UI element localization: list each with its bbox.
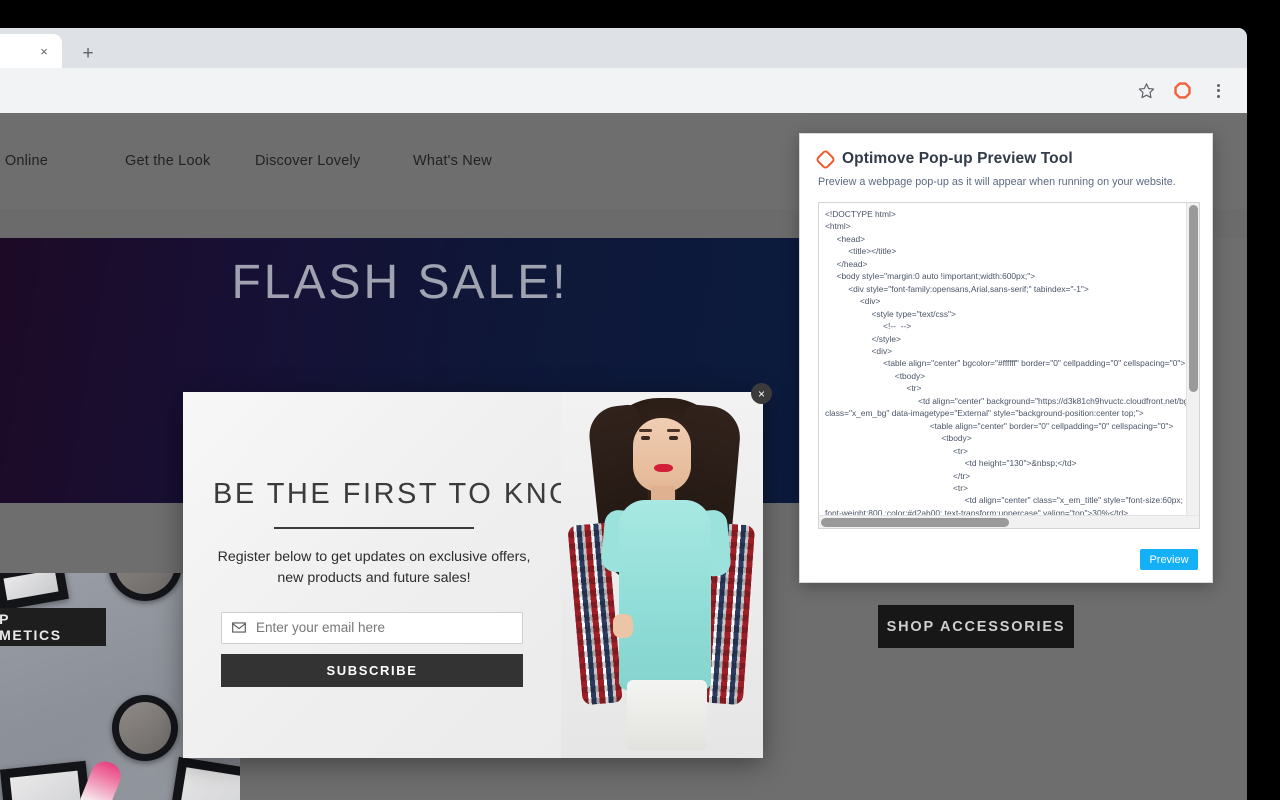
- envelope-icon: [232, 622, 246, 633]
- extension-header: Optimove Pop-up Preview Tool: [814, 148, 1198, 170]
- optimove-extension-panel: Optimove Pop-up Preview Tool Preview a w…: [799, 133, 1213, 583]
- shop-accessories-button[interactable]: SHOP ACCESSORIES: [878, 605, 1074, 648]
- popup-headline: BE THE FIRST TO KNOW: [213, 478, 605, 510]
- browser-tab[interactable]: ×: [0, 34, 62, 68]
- preview-button[interactable]: Preview: [1140, 549, 1198, 570]
- star-icon[interactable]: [1131, 76, 1161, 106]
- popup-close-icon[interactable]: ×: [751, 383, 772, 404]
- tab-strip: × +: [0, 28, 1247, 68]
- newsletter-popup: BE THE FIRST TO KNOW Register below to g…: [183, 392, 763, 758]
- nav-item-discover-lovely[interactable]: Discover Lovely: [255, 153, 360, 169]
- popup-model-photo: [561, 392, 763, 758]
- close-icon[interactable]: ×: [34, 41, 54, 61]
- email-input[interactable]: [254, 619, 512, 637]
- shop-cosmetics-button[interactable]: SHOP COSMETICS: [0, 608, 106, 646]
- popup-subtext: Register below to get updates on exclusi…: [217, 549, 531, 587]
- new-tab-icon[interactable]: +: [74, 39, 102, 67]
- browser-toolbar: [0, 68, 1247, 113]
- email-field-row[interactable]: [221, 611, 523, 644]
- nav-item-whats-new[interactable]: What's New: [413, 153, 492, 169]
- optimove-logo-icon: [814, 148, 837, 170]
- hero-title: FLASH SALE!: [231, 256, 569, 309]
- optimove-extension-icon[interactable]: [1167, 76, 1197, 106]
- code-vertical-scrollbar[interactable]: [1186, 203, 1199, 516]
- code-horizontal-scrollbar[interactable]: [819, 515, 1199, 528]
- screen-root: × + Shop Online Get th: [0, 0, 1280, 800]
- html-code-textarea[interactable]: <!DOCTYPE html> <html> <head> <title></t…: [818, 202, 1200, 529]
- popup-divider: [274, 527, 474, 529]
- browser-window: × + Shop Online Get th: [0, 28, 1247, 800]
- subscribe-button[interactable]: SUBSCRIBE: [221, 653, 523, 687]
- popup-content-pane: BE THE FIRST TO KNOW Register below to g…: [183, 392, 605, 758]
- html-code-text[interactable]: <!DOCTYPE html> <html> <head> <title></t…: [825, 208, 1199, 519]
- code-horizontal-scrollbar-thumb[interactable]: [821, 518, 1009, 527]
- extension-title: Optimove Pop-up Preview Tool: [842, 150, 1073, 167]
- nav-item-shop-online[interactable]: Shop Online: [0, 153, 48, 169]
- three-dot-menu-icon[interactable]: [1203, 76, 1233, 106]
- extension-subtitle: Preview a webpage pop-up as it will appe…: [818, 176, 1176, 188]
- nav-item-get-the-look[interactable]: Get the Look: [125, 153, 210, 169]
- code-vertical-scrollbar-thumb[interactable]: [1189, 205, 1198, 392]
